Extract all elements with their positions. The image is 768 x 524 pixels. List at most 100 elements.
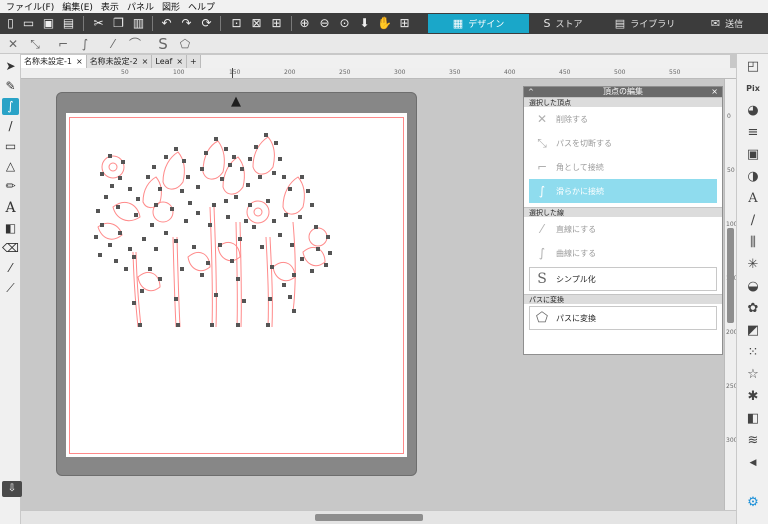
- zoom-fit-icon[interactable]: ⊙: [336, 15, 353, 32]
- close-icon[interactable]: ×: [711, 87, 718, 97]
- group-icon[interactable]: ⊡: [228, 15, 245, 32]
- page-setup-icon[interactable]: ◰: [744, 58, 762, 76]
- text-tool-icon[interactable]: A: [2, 200, 19, 217]
- break-path-button[interactable]: ⤡ パスを切断する: [524, 131, 722, 155]
- palette-icon[interactable]: ◕: [744, 102, 762, 120]
- new-file-icon[interactable]: ▯: [2, 15, 19, 32]
- simplify-icon[interactable]: S: [153, 36, 173, 52]
- flower-design[interactable]: [88, 127, 340, 334]
- line-tool-icon[interactable]: /: [2, 118, 19, 135]
- move-down-icon[interactable]: ⬇: [356, 15, 373, 32]
- ruler-label: 150: [229, 69, 241, 76]
- transform-icon[interactable]: ✿: [744, 300, 762, 318]
- pattern-icon[interactable]: ⁙: [744, 344, 762, 362]
- collapse-icon[interactable]: ^: [528, 87, 534, 97]
- line-style-icon[interactable]: ≡: [744, 124, 762, 142]
- polygon-tool-icon[interactable]: △: [2, 158, 19, 175]
- redo-icon[interactable]: ↷: [178, 15, 195, 32]
- ungroup-icon[interactable]: ⊠: [248, 15, 265, 32]
- select-all-icon[interactable]: ⊞: [268, 15, 285, 32]
- align-icon[interactable]: ⫼: [744, 234, 762, 252]
- rectangle-tool-icon[interactable]: ▭: [2, 138, 19, 155]
- flower-petal: [101, 155, 125, 179]
- add-tab-button[interactable]: +: [187, 55, 201, 68]
- trace-icon[interactable]: ◑: [744, 168, 762, 186]
- pix-scan-icon[interactable]: Pix: [744, 80, 762, 98]
- break-path-icon[interactable]: ⤡: [25, 36, 45, 52]
- eraser-tool-icon[interactable]: ⌫: [2, 240, 19, 257]
- point-edit-tool-icon[interactable]: ✎: [2, 78, 19, 95]
- open-file-icon[interactable]: ▭: [20, 15, 37, 32]
- smooth-icon: ∫: [538, 184, 546, 198]
- delete-point-icon[interactable]: ✕: [3, 36, 23, 52]
- item-label: 角として接続: [556, 162, 604, 172]
- settings-gear-icon[interactable]: ⚙: [744, 494, 762, 512]
- copy-icon[interactable]: ❐: [110, 15, 127, 32]
- cut-icon[interactable]: ✂: [90, 15, 107, 32]
- freehand-tool-icon[interactable]: ∫: [2, 98, 19, 115]
- modify-icon[interactable]: ◒: [744, 278, 762, 296]
- menu-help[interactable]: ヘルプ: [184, 0, 219, 13]
- convert-path-icon[interactable]: ⬠: [175, 36, 195, 52]
- ruler-label: 450: [559, 69, 571, 76]
- add-page-icon[interactable]: ⊞: [396, 15, 413, 32]
- pen-tool-icon[interactable]: ✏: [2, 178, 19, 195]
- tab-send[interactable]: ✉ 送信: [696, 14, 758, 33]
- tab-label: ストア: [555, 20, 583, 30]
- select-tool-icon[interactable]: ➤: [2, 58, 19, 75]
- tab-store[interactable]: S ストア: [532, 14, 594, 33]
- panel-header[interactable]: ^ 頂点の編集 ×: [524, 87, 722, 97]
- ruler-label: 0: [727, 113, 731, 120]
- close-icon[interactable]: ×: [76, 55, 83, 68]
- horizontal-scroll-thumb[interactable]: [315, 514, 423, 521]
- pan-hand-icon[interactable]: ✋: [376, 15, 393, 32]
- doc-tab[interactable]: 名称未設定-1 ×: [21, 55, 87, 68]
- smooth-connect-button[interactable]: ∫ 滑らかに接続: [529, 179, 717, 203]
- rotate-icon[interactable]: ⟳: [198, 15, 215, 32]
- menu-edit[interactable]: 編集(E): [58, 0, 97, 13]
- knife-panel-icon[interactable]: ◩: [744, 322, 762, 340]
- zoom-out-icon[interactable]: ⊖: [316, 15, 333, 32]
- library-panel-icon[interactable]: ◧: [744, 410, 762, 428]
- close-icon[interactable]: ×: [176, 55, 183, 68]
- delete-point-button[interactable]: ✕ 削除する: [524, 107, 722, 131]
- make-straight-button[interactable]: ⁄ 直線にする: [524, 217, 722, 241]
- doc-tab[interactable]: 名称未設定-2 ×: [86, 55, 153, 68]
- simplify-button[interactable]: S シンプル化: [529, 267, 717, 291]
- sketch-icon[interactable]: ≋: [744, 432, 762, 450]
- offset-icon[interactable]: ∕: [744, 212, 762, 230]
- tab-design[interactable]: ▦ デザイン: [428, 14, 529, 33]
- knife-tool-icon[interactable]: ◧: [2, 220, 19, 237]
- expand-arrow-icon[interactable]: ◀: [744, 454, 762, 472]
- corner-point-icon[interactable]: ⌐: [53, 36, 73, 52]
- tab-library[interactable]: ▤ ライブラリ: [604, 14, 686, 33]
- menu-panel[interactable]: パネル: [123, 0, 158, 13]
- vertical-scroll-thumb[interactable]: [727, 228, 734, 323]
- undo-icon[interactable]: ↶: [158, 15, 175, 32]
- curve-line-icon[interactable]: ⌒: [125, 36, 145, 52]
- corner-connect-button[interactable]: ⌐ 角として接続: [524, 155, 722, 179]
- replicate-icon[interactable]: ✳: [744, 256, 762, 274]
- paste-icon[interactable]: ▥: [130, 15, 147, 32]
- eyedropper-tool-icon[interactable]: ⁄: [2, 260, 19, 277]
- ruler-label: 200: [726, 329, 736, 336]
- print-icon[interactable]: ▤: [60, 15, 77, 32]
- menu-file[interactable]: ファイル(F): [2, 0, 58, 13]
- menu-view[interactable]: 表示: [97, 0, 123, 13]
- fill-icon[interactable]: ▣: [744, 146, 762, 164]
- straight-line-icon[interactable]: ⁄: [103, 36, 123, 52]
- star-icon[interactable]: ☆: [744, 366, 762, 384]
- menu-shape[interactable]: 図形: [158, 0, 184, 13]
- sparkle-icon[interactable]: ✱: [744, 388, 762, 406]
- brush-tool-icon[interactable]: ⟋: [2, 280, 19, 297]
- store-download-icon[interactable]: ⇩: [2, 481, 22, 497]
- text-style-icon[interactable]: A: [744, 190, 762, 208]
- convert-to-path-button[interactable]: ⬠ パスに変換: [529, 306, 717, 330]
- save-icon[interactable]: ▣: [40, 15, 57, 32]
- close-icon[interactable]: ×: [142, 55, 149, 68]
- zoom-in-icon[interactable]: ⊕: [296, 15, 313, 32]
- doc-tab[interactable]: Leaf ×: [152, 55, 188, 68]
- make-curve-button[interactable]: ∫ 曲線にする: [524, 241, 722, 265]
- ruler-label: 100: [726, 221, 736, 228]
- smooth-point-icon[interactable]: ∫: [75, 36, 95, 52]
